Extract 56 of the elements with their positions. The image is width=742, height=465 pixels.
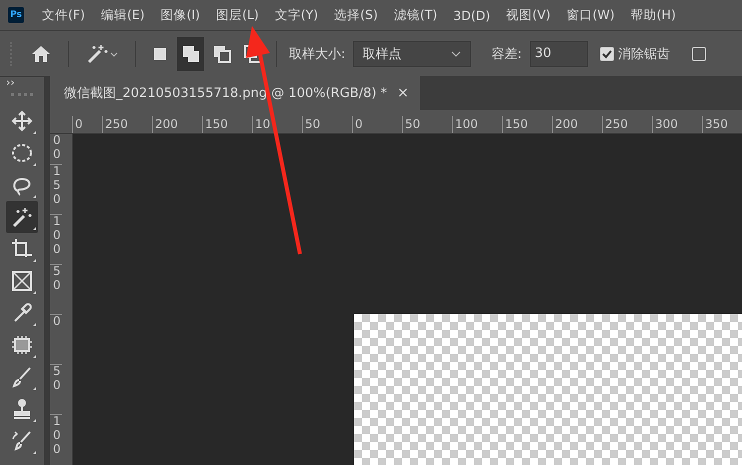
close-tab-button[interactable]: ×: [397, 85, 409, 101]
menu-item[interactable]: 文字(Y): [274, 6, 318, 24]
ruler-label: 50: [50, 364, 62, 414]
menu-item[interactable]: 3D(D): [453, 8, 490, 22]
menu-item[interactable]: 选择(S): [334, 6, 378, 24]
selection-mode-button[interactable]: [177, 36, 204, 70]
document-tab[interactable]: 微信截图_20210503155718.png @ 100%(RGB/8) * ×: [50, 76, 420, 110]
marquee-icon: [10, 141, 34, 165]
ruler-label: 150: [502, 116, 552, 133]
chevron-icon: [450, 50, 462, 58]
menu-item[interactable]: 窗口(W): [566, 6, 615, 24]
wand-tool-button[interactable]: [6, 201, 38, 233]
app-logo[interactable]: Ps: [8, 7, 24, 23]
menu-item[interactable]: 视图(V): [506, 6, 551, 24]
menu-item[interactable]: 滤镜(T): [394, 6, 438, 24]
document-title: 微信截图_20210503155718.png @ 100%(RGB/8) *: [64, 85, 388, 102]
patch-icon: [10, 333, 34, 357]
home-icon[interactable]: [30, 44, 52, 64]
ruler-label: 150: [50, 164, 62, 214]
ruler-label: 0: [72, 116, 102, 133]
ruler-label: 350: [702, 116, 742, 133]
ruler-label: 100: [452, 116, 502, 133]
frame-icon: [10, 269, 34, 293]
ruler-label: 0: [352, 116, 402, 133]
move-icon: [10, 109, 34, 133]
tolerance-label: 容差:: [491, 46, 522, 62]
panel-toggle[interactable]: ››: [6, 77, 15, 89]
wand-icon: [10, 205, 34, 229]
ruler-label: 200: [152, 116, 202, 133]
ruler-label: 00: [52, 134, 62, 163]
ruler-label: 100: [50, 214, 62, 264]
ruler-label: 200: [552, 116, 602, 133]
menu-item[interactable]: 编辑(E): [100, 6, 145, 24]
ruler-label: 0: [50, 314, 62, 364]
anti-alias-checkbox[interactable]: [600, 46, 614, 60]
subtract-selection-icon: [212, 44, 232, 64]
ruler-label: 250: [102, 116, 152, 133]
sample-size-dropdown[interactable]: 取样点: [353, 40, 472, 66]
checkbox[interactable]: [692, 46, 706, 60]
ruler-label: 300: [652, 116, 702, 133]
menu-item[interactable]: 图层(L): [216, 6, 259, 24]
ruler-label: 100: [50, 414, 62, 464]
ruler-label: 250: [602, 116, 652, 133]
magic-wand-icon[interactable]: [85, 42, 119, 64]
menu-item[interactable]: 图像(I): [160, 6, 200, 24]
tolerance-field[interactable]: 30: [530, 40, 588, 66]
sample-size-label: 取样大小:: [289, 46, 346, 62]
anti-alias-label: 消除锯齿: [618, 46, 670, 62]
ruler-label: 50: [302, 116, 352, 133]
menu-item[interactable]: 帮助(H): [630, 6, 676, 24]
ruler-label: 50: [402, 116, 452, 133]
add-selection-icon: [180, 44, 200, 64]
ruler-label: 50: [50, 264, 62, 314]
ruler-label: 10: [252, 116, 302, 133]
menu-item[interactable]: 文件(F): [42, 6, 85, 24]
ruler-label: 150: [202, 116, 252, 133]
